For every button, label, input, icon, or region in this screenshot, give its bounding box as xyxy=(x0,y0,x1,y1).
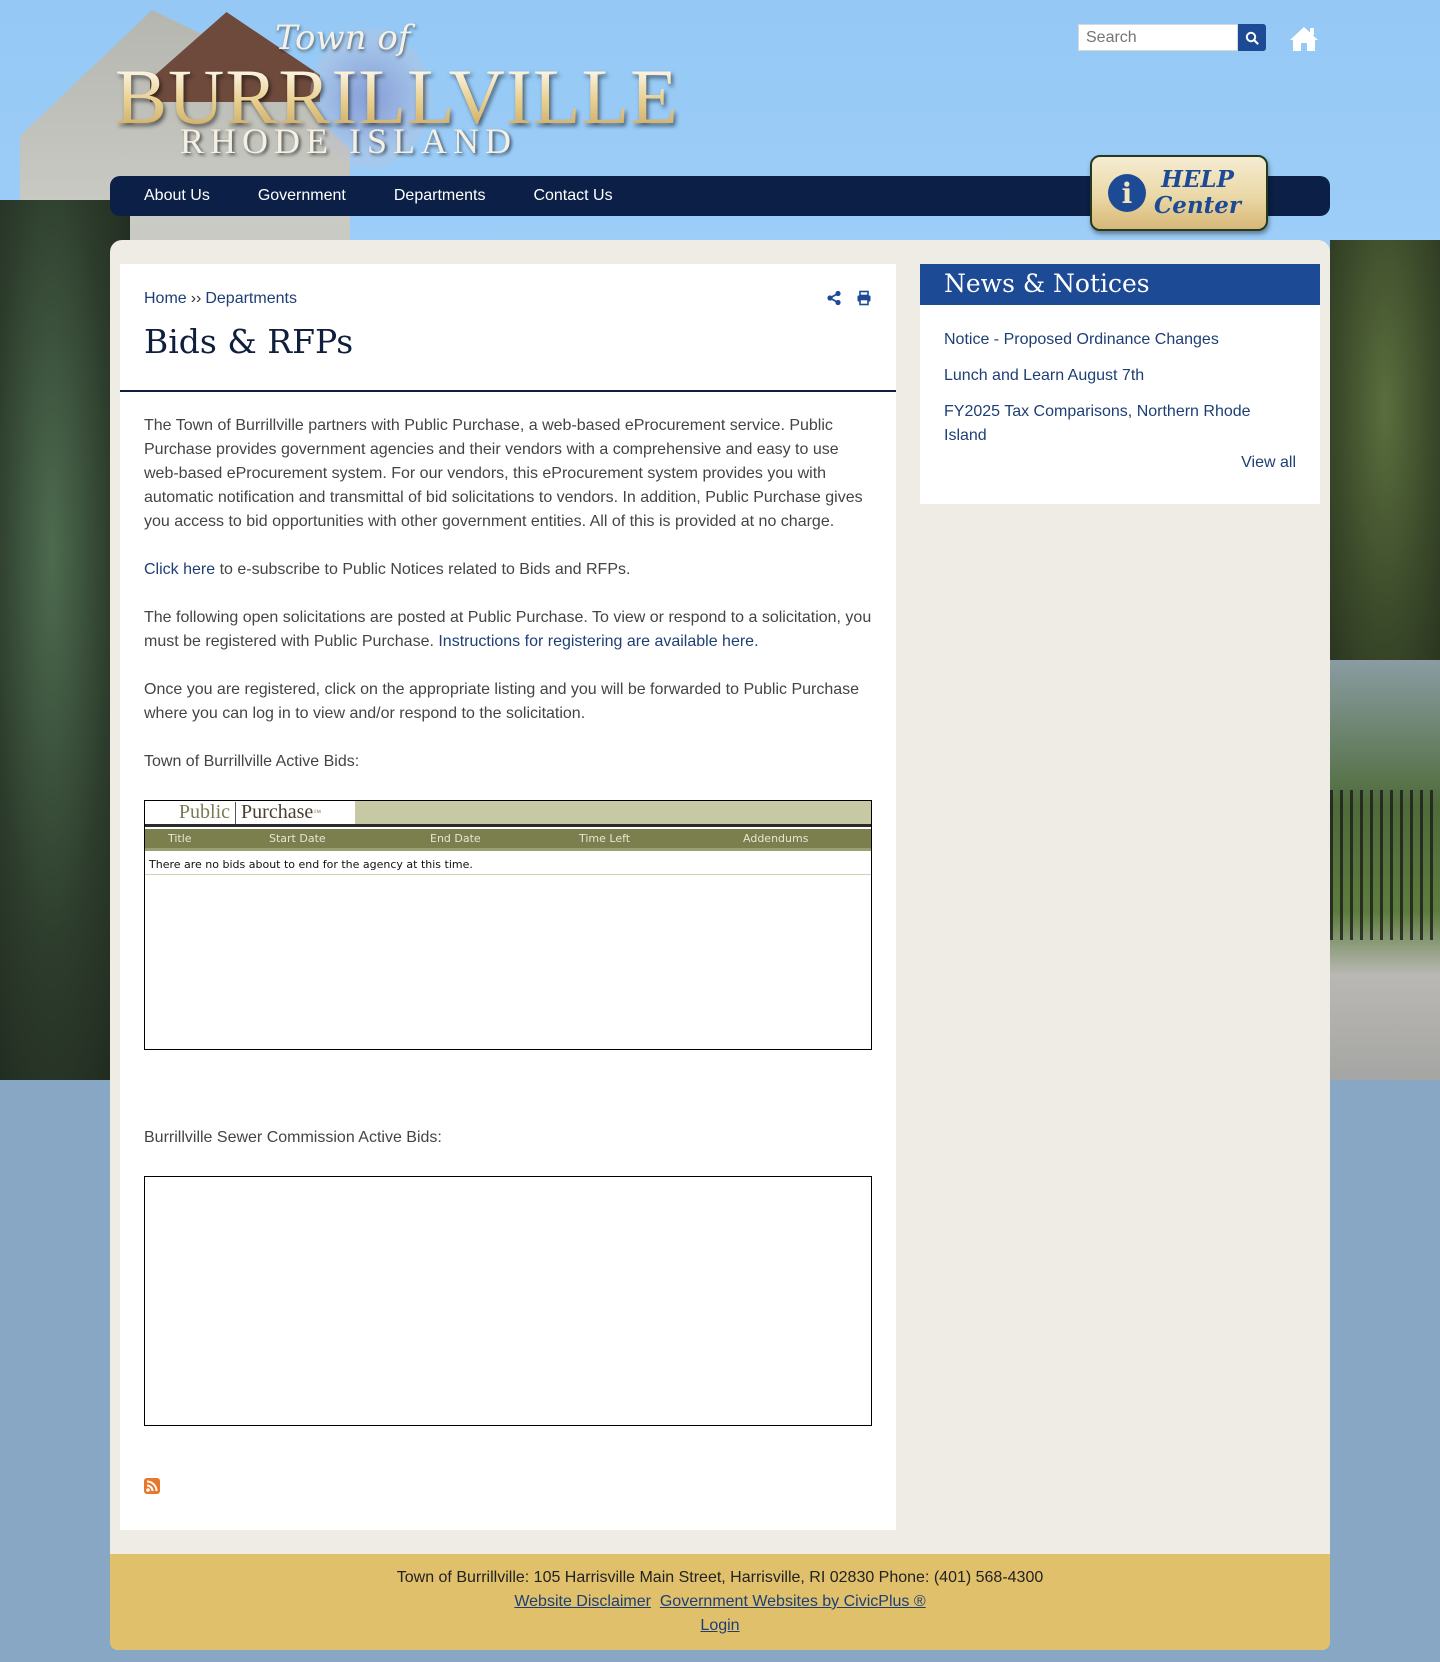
bids-empty-row: There are no bids about to end for the a… xyxy=(145,853,871,875)
site-logo[interactable]: Town of BURRILLVILLE RHODE ISLAND xyxy=(115,18,678,168)
footer-address: Town of Burrillville: 105 Harrisville Ma… xyxy=(396,1569,1044,1586)
nav-departments[interactable]: Departments xyxy=(394,187,486,205)
civicplus-link[interactable]: Government Websites by CivicPlus ® xyxy=(660,1593,926,1610)
view-all-link[interactable]: View all xyxy=(1241,454,1296,472)
home-button[interactable] xyxy=(1288,24,1320,54)
tree-image xyxy=(1330,240,1440,660)
news-item[interactable]: FY2025 Tax Comparisons, Northern Rhode I… xyxy=(944,400,1294,448)
nav-government[interactable]: Government xyxy=(258,187,346,205)
subscribe-link[interactable]: Click here xyxy=(144,561,215,578)
pp-logo-left: Public xyxy=(178,801,231,823)
bids-table-header: Title Start Date End Date Time Left Adde… xyxy=(145,829,871,851)
public-purchase-banner: Public Purchase ™ xyxy=(145,801,871,827)
breadcrumb-departments[interactable]: Departments xyxy=(205,290,297,307)
public-purchase-logo[interactable]: Public Purchase ™ xyxy=(145,801,355,824)
col-start-date[interactable]: Start Date xyxy=(269,832,326,845)
subscribe-text: to e-subscribe to Public Notices related… xyxy=(215,561,631,578)
col-title[interactable]: Title xyxy=(168,832,192,845)
news-item[interactable]: Lunch and Learn August 7th xyxy=(944,364,1294,388)
info-icon: i xyxy=(1108,174,1146,212)
news-item[interactable]: Notice - Proposed Ordinance Changes xyxy=(944,328,1294,352)
content-container: Home ›› Departments Bids & RFPs The Town o… xyxy=(110,240,1330,1650)
home-icon xyxy=(1290,27,1318,51)
login-link[interactable]: Login xyxy=(700,1617,739,1634)
col-addendums[interactable]: Addendums xyxy=(743,832,808,845)
page-title: Bids & RFPs xyxy=(144,322,354,361)
pp-logo-tm: ™ xyxy=(313,808,322,817)
footer-links: Website Disclaimer Government Websites b… xyxy=(110,1590,1330,1614)
banner-fill xyxy=(355,801,871,824)
solicitations-paragraph: The following open solicitations are pos… xyxy=(144,606,874,654)
help-center-button[interactable]: i HELP Center xyxy=(1090,155,1268,231)
search-input[interactable] xyxy=(1078,24,1238,51)
site-footer: Town of Burrillville: 105 Harrisville Ma… xyxy=(110,1554,1330,1650)
page-tools xyxy=(826,290,872,306)
breadcrumb-separator: ›› xyxy=(190,290,202,307)
print-icon[interactable] xyxy=(856,290,872,306)
search-icon xyxy=(1245,31,1259,45)
instructions-link[interactable]: Instructions for registering are availab… xyxy=(438,633,758,650)
registered-paragraph: Once you are registered, click on the ap… xyxy=(144,681,860,722)
logo-state: RHODE ISLAND xyxy=(180,121,517,161)
disclaimer-link[interactable]: Website Disclaimer xyxy=(514,1593,651,1610)
news-sidebar: News & Notices Notice - Proposed Ordinan… xyxy=(920,264,1320,504)
help-center-line2: Center xyxy=(1154,192,1242,219)
intro-paragraph: The Town of Burrillville partners with P… xyxy=(144,417,863,530)
col-end-date[interactable]: End Date xyxy=(430,832,481,845)
town-bids-frame: Public Purchase ™ Title Start Date End Dat… xyxy=(144,800,872,1050)
subscribe-paragraph: Click here to e-subscribe to Public Noti… xyxy=(144,558,874,582)
town-bids-label: Town of Burrillville Active Bids: xyxy=(144,753,360,770)
rss-icon[interactable] xyxy=(144,1478,160,1494)
sewer-bids-frame xyxy=(144,1176,872,1426)
share-icon[interactable] xyxy=(826,290,842,306)
search-button[interactable] xyxy=(1238,24,1266,51)
col-time-left[interactable]: Time Left xyxy=(579,832,630,845)
help-center-line1: HELP xyxy=(1161,166,1234,193)
title-divider xyxy=(120,390,896,392)
main-content: Home ›› Departments Bids & RFPs The Town o… xyxy=(120,264,896,1530)
footer-login-line: Login xyxy=(110,1614,1330,1638)
nav-about-us[interactable]: About Us xyxy=(144,187,210,205)
breadcrumb-home[interactable]: Home xyxy=(144,290,187,307)
logo-town-of: Town of xyxy=(275,18,411,58)
pp-logo-right: Purchase xyxy=(241,801,314,823)
fence-image xyxy=(1330,790,1440,940)
sewer-bids-label: Burrillville Sewer Commission Active Bid… xyxy=(144,1129,442,1146)
breadcrumb: Home ›› Departments xyxy=(144,290,297,308)
nav-contact-us[interactable]: Contact Us xyxy=(533,187,612,205)
help-center-label: HELP Center xyxy=(1154,167,1241,219)
news-heading: News & Notices xyxy=(920,264,1320,305)
